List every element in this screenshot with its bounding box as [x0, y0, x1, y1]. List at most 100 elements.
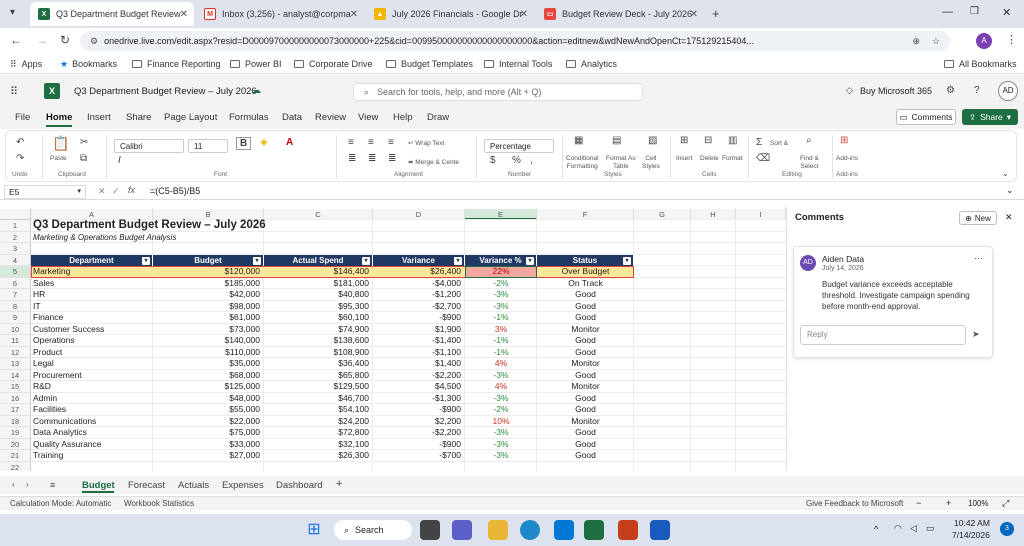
budget-cell[interactable]: $55,000 [153, 404, 260, 416]
actual-cell[interactable]: $36,400 [264, 358, 369, 370]
sheet-title[interactable]: Q3 Department Budget Review – July 2026 [33, 219, 333, 232]
wrap-text-button[interactable]: ↩ Wrap Text [408, 139, 444, 147]
minimize-icon[interactable]: — [942, 6, 953, 18]
actual-cell[interactable]: $26,300 [264, 450, 369, 462]
close-icon[interactable]: ✕ [350, 9, 358, 20]
table-header[interactable]: Budget ▾ [153, 254, 264, 266]
row-header[interactable]: 11 [0, 335, 31, 347]
row-header[interactable]: 7 [0, 289, 31, 301]
close-icon[interactable]: ✕ [520, 9, 528, 20]
profile-avatar[interactable]: A [976, 33, 992, 49]
variance-cell[interactable]: -$2,200 [373, 370, 461, 382]
cancel-icon[interactable]: ✕ [98, 186, 106, 197]
comment-card[interactable]: AD Aiden Data July 14, 2026 ⋯ Budget var… [793, 246, 993, 358]
budget-cell[interactable]: $185,000 [153, 278, 260, 290]
budget-cell[interactable]: $35,000 [153, 358, 260, 370]
select-all-corner[interactable] [0, 209, 31, 220]
collapse-ribbon-icon[interactable]: ⌄ [1002, 169, 1009, 178]
actual-cell[interactable]: $60,100 [264, 312, 369, 324]
comments-button[interactable]: ▭ Comments [896, 109, 956, 125]
status-cell[interactable]: Good [537, 393, 634, 405]
undo-icon[interactable]: ↶ [16, 137, 24, 148]
italic-button[interactable]: I [118, 155, 121, 166]
file-explorer-icon[interactable] [488, 520, 508, 540]
row-header[interactable]: 18 [0, 415, 31, 427]
budget-cell[interactable]: $110,000 [153, 347, 260, 359]
cut-icon[interactable]: ✂ [80, 137, 88, 148]
reply-input[interactable]: Reply [800, 325, 966, 345]
row-header[interactable]: 1 [0, 220, 31, 232]
share-button[interactable]: ⇪ Share ▾ [962, 109, 1018, 125]
clear-icon[interactable]: ⌫ [756, 153, 770, 164]
forward-icon[interactable]: → [36, 33, 48, 47]
zoom-level[interactable]: 100% [968, 499, 988, 508]
status-cell[interactable]: Good [537, 427, 634, 439]
add-sheet-icon[interactable]: + [336, 478, 342, 490]
addins-icon[interactable]: ⊞ [840, 135, 848, 146]
department-cell[interactable]: Procurement [33, 370, 151, 382]
volume-icon[interactable]: ◁ [910, 523, 917, 534]
tab-home[interactable]: Home [46, 112, 72, 123]
task-view-icon[interactable] [420, 520, 440, 540]
comma-icon[interactable]: , [530, 155, 533, 166]
budget-cell[interactable]: $120,000 [153, 266, 260, 278]
all-sheets-icon[interactable]: ≡ [50, 480, 55, 490]
variance-pct-cell[interactable]: -3% [465, 450, 537, 462]
tab-review[interactable]: Review [315, 112, 346, 123]
redo-icon[interactable]: ↷ [16, 153, 24, 164]
tab-view[interactable]: View [358, 112, 378, 123]
bookmark-star-icon[interactable]: ☆ [932, 36, 940, 47]
bold-button[interactable]: B [236, 137, 252, 150]
actual-cell[interactable]: $129,500 [264, 381, 369, 393]
budget-cell[interactable]: $75,000 [153, 427, 260, 439]
copy-icon[interactable]: ⧉ [80, 153, 87, 164]
reload-icon[interactable]: ↻ [60, 33, 70, 47]
merge-center-button[interactable]: ⬌ Merge & Cente [408, 158, 459, 166]
filter-dropdown-icon[interactable]: ▾ [454, 256, 462, 265]
font-size-select[interactable]: 11 [188, 139, 228, 153]
variance-cell[interactable]: -$1,100 [373, 347, 461, 359]
variance-cell[interactable]: $2,200 [373, 416, 461, 428]
variance-pct-cell[interactable]: -2% [465, 278, 537, 290]
status-cell[interactable]: Good [537, 370, 634, 382]
help-icon[interactable]: ? [974, 85, 980, 96]
row-header[interactable]: 4 [0, 254, 31, 266]
percent-icon[interactable]: % [512, 155, 521, 166]
bookmark-finance-reporting[interactable]: Finance Reporting [132, 57, 221, 71]
sort-filter-button[interactable]: Sort & [770, 140, 788, 147]
tray-chevron-icon[interactable]: ^ [874, 524, 878, 534]
align-right-icon[interactable]: ≣ [388, 153, 396, 164]
status-cell[interactable]: On Track [537, 278, 634, 290]
next-sheet-icon[interactable]: › [26, 480, 29, 489]
zoom-out-icon[interactable]: − [916, 498, 921, 508]
align-center-icon[interactable]: ≣ [368, 153, 376, 164]
bookmark-analytics[interactable]: Analytics [566, 57, 617, 71]
actual-cell[interactable]: $146,400 [264, 266, 369, 278]
bookmark-corporate-drive[interactable]: Corporate Drive [294, 57, 373, 71]
status-cell[interactable]: Good [537, 404, 634, 416]
actual-cell[interactable]: $74,900 [264, 324, 369, 336]
edge-icon[interactable] [520, 520, 540, 540]
variance-pct-cell[interactable]: 4% [465, 358, 537, 370]
browser-tab-excel[interactable]: X Q3 Department Budget Review ✕ [30, 2, 194, 26]
row-header[interactable]: 12 [0, 346, 31, 358]
sheet-tab-dashboard[interactable]: Dashboard [276, 480, 322, 491]
send-icon[interactable]: ➤ [972, 329, 980, 340]
variance-cell[interactable]: -$900 [373, 439, 461, 451]
find-select-button[interactable]: Find & Select [800, 155, 819, 171]
row-header[interactable]: 6 [0, 277, 31, 289]
document-title[interactable]: Q3 Department Budget Review – July 2026 [74, 86, 257, 97]
zoom-icon[interactable]: ⊕ [912, 36, 920, 47]
bookmark-bookmarks[interactable]: ★ Bookmarks [60, 57, 117, 71]
bookmark-all[interactable]: All Bookmarks [944, 57, 1017, 71]
row-header[interactable]: 19 [0, 427, 31, 439]
tab-insert[interactable]: Insert [87, 112, 111, 123]
actual-cell[interactable]: $181,000 [264, 278, 369, 290]
tab-data[interactable]: Data [282, 112, 302, 123]
actual-cell[interactable]: $24,200 [264, 416, 369, 428]
row-header[interactable]: 22 [0, 461, 31, 471]
department-cell[interactable]: Customer Success [33, 324, 151, 336]
site-info-icon[interactable]: ⚙ [90, 36, 98, 47]
variance-cell[interactable]: -$2,700 [373, 301, 461, 313]
variance-cell[interactable]: $26,400 [373, 266, 461, 278]
